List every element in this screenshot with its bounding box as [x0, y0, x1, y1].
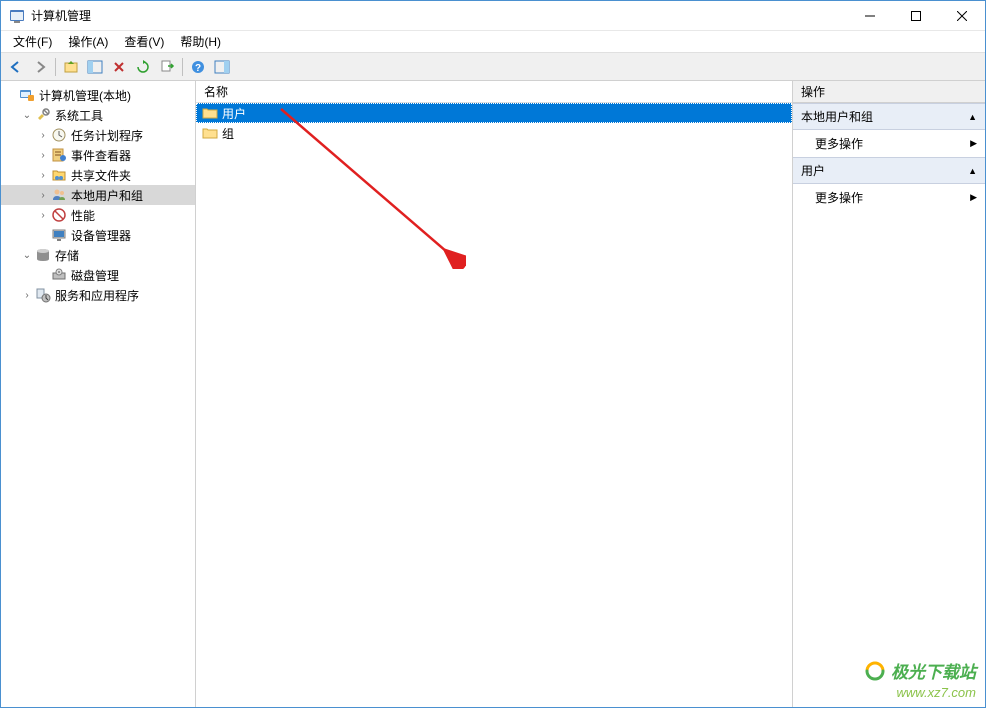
menu-view[interactable]: 查看(V)	[116, 31, 172, 52]
maximize-button[interactable]	[893, 1, 939, 30]
folder-icon	[202, 125, 218, 141]
expand-icon[interactable]: ›	[35, 210, 51, 221]
tree-event-viewer[interactable]: › 事件查看器	[1, 145, 195, 165]
tree-panel[interactable]: 计算机管理(本地) ⌄ 系统工具 › 任务计划程序 › 事件查看器 › 共享文件…	[1, 81, 196, 707]
tree-system-tools[interactable]: ⌄ 系统工具	[1, 105, 195, 125]
tree-device-manager[interactable]: 设备管理器	[1, 225, 195, 245]
menu-help[interactable]: 帮助(H)	[172, 31, 229, 52]
app-window: 计算机管理 文件(F) 操作(A) 查看(V) 帮助(H)	[0, 0, 986, 708]
tree-label: 服务和应用程序	[55, 287, 139, 304]
tree-shared-folders[interactable]: › 共享文件夹	[1, 165, 195, 185]
action-more-operations-1[interactable]: 更多操作 ▶	[793, 130, 985, 157]
tree-services-apps[interactable]: › 服务和应用程序	[1, 285, 195, 305]
caret-right-icon: ▶	[970, 138, 977, 149]
storage-icon	[35, 247, 51, 263]
tree-storage[interactable]: ⌄ 存储	[1, 245, 195, 265]
list-items[interactable]: 用户 组	[196, 103, 792, 707]
list-item-groups[interactable]: 组	[196, 123, 792, 143]
titlebar: 计算机管理	[1, 1, 985, 31]
clock-icon	[51, 127, 67, 143]
list-item-label: 用户	[222, 105, 246, 122]
action-label: 更多操作	[815, 135, 863, 152]
tree-label: 事件查看器	[71, 147, 131, 164]
window-title: 计算机管理	[31, 7, 847, 24]
actions-panel: 操作 本地用户和组 ▲ 更多操作 ▶ 用户 ▲ 更多操作 ▶	[793, 81, 985, 707]
action-more-operations-2[interactable]: 更多操作 ▶	[793, 184, 985, 211]
delete-button[interactable]	[108, 56, 130, 78]
section-label: 用户	[801, 162, 825, 179]
export-button[interactable]	[156, 56, 178, 78]
caret-right-icon: ▶	[970, 192, 977, 203]
forward-button[interactable]	[29, 56, 51, 78]
tree-label: 性能	[71, 207, 95, 224]
column-name-label: 名称	[204, 83, 228, 100]
performance-icon	[51, 207, 67, 223]
svg-text:?: ?	[195, 63, 201, 74]
menubar: 文件(F) 操作(A) 查看(V) 帮助(H)	[1, 31, 985, 53]
tree-label: 系统工具	[55, 107, 103, 124]
window-controls	[847, 1, 985, 30]
help-button[interactable]: ?	[187, 56, 209, 78]
tree-label: 存储	[55, 247, 79, 264]
show-hide-tree-button[interactable]	[84, 56, 106, 78]
toolbar: ?	[1, 53, 985, 81]
toolbar-separator	[182, 58, 183, 76]
caret-up-icon: ▲	[968, 166, 977, 176]
collapse-icon[interactable]: ⌄	[19, 250, 35, 261]
action-label: 更多操作	[815, 189, 863, 206]
computer-mgmt-icon	[19, 87, 35, 103]
services-icon	[35, 287, 51, 303]
tree-local-users-groups[interactable]: › 本地用户和组	[1, 185, 195, 205]
list-panel: 名称 用户 组	[196, 81, 793, 707]
list-item-users[interactable]: 用户	[196, 103, 792, 123]
users-groups-icon	[51, 187, 67, 203]
tree-performance[interactable]: › 性能	[1, 205, 195, 225]
actions-section-users[interactable]: 用户 ▲	[793, 157, 985, 184]
tree-label: 计算机管理(本地)	[39, 87, 131, 104]
tree-label: 设备管理器	[71, 227, 131, 244]
tree-root[interactable]: 计算机管理(本地)	[1, 85, 195, 105]
minimize-button[interactable]	[847, 1, 893, 30]
event-icon	[51, 147, 67, 163]
close-button[interactable]	[939, 1, 985, 30]
list-column-header[interactable]: 名称	[196, 81, 792, 103]
menu-action[interactable]: 操作(A)	[60, 31, 116, 52]
app-icon	[9, 8, 25, 24]
caret-up-icon: ▲	[968, 112, 977, 122]
collapse-icon[interactable]: ⌄	[19, 110, 35, 121]
list-item-label: 组	[222, 125, 234, 142]
shared-folder-icon	[51, 167, 67, 183]
content-area: 计算机管理(本地) ⌄ 系统工具 › 任务计划程序 › 事件查看器 › 共享文件…	[1, 81, 985, 707]
expand-icon[interactable]: ›	[35, 150, 51, 161]
tree-label: 任务计划程序	[71, 127, 143, 144]
actions-section-local-users[interactable]: 本地用户和组 ▲	[793, 103, 985, 130]
folder-icon	[202, 105, 218, 121]
refresh-button[interactable]	[132, 56, 154, 78]
expand-icon[interactable]: ›	[35, 130, 51, 141]
tools-icon	[35, 107, 51, 123]
up-button[interactable]	[60, 56, 82, 78]
device-icon	[51, 227, 67, 243]
tree-label: 磁盘管理	[71, 267, 119, 284]
expand-icon[interactable]: ›	[35, 170, 51, 181]
tree-label: 本地用户和组	[71, 187, 143, 204]
tree-disk-management[interactable]: 磁盘管理	[1, 265, 195, 285]
action-pane-button[interactable]	[211, 56, 233, 78]
section-label: 本地用户和组	[801, 108, 873, 125]
menu-file[interactable]: 文件(F)	[5, 31, 60, 52]
tree-label: 共享文件夹	[71, 167, 131, 184]
expand-icon[interactable]: ›	[19, 290, 35, 301]
back-button[interactable]	[5, 56, 27, 78]
tree-task-scheduler[interactable]: › 任务计划程序	[1, 125, 195, 145]
toolbar-separator	[55, 58, 56, 76]
actions-header: 操作	[793, 81, 985, 103]
disk-icon	[51, 267, 67, 283]
expand-icon[interactable]: ›	[35, 190, 51, 201]
